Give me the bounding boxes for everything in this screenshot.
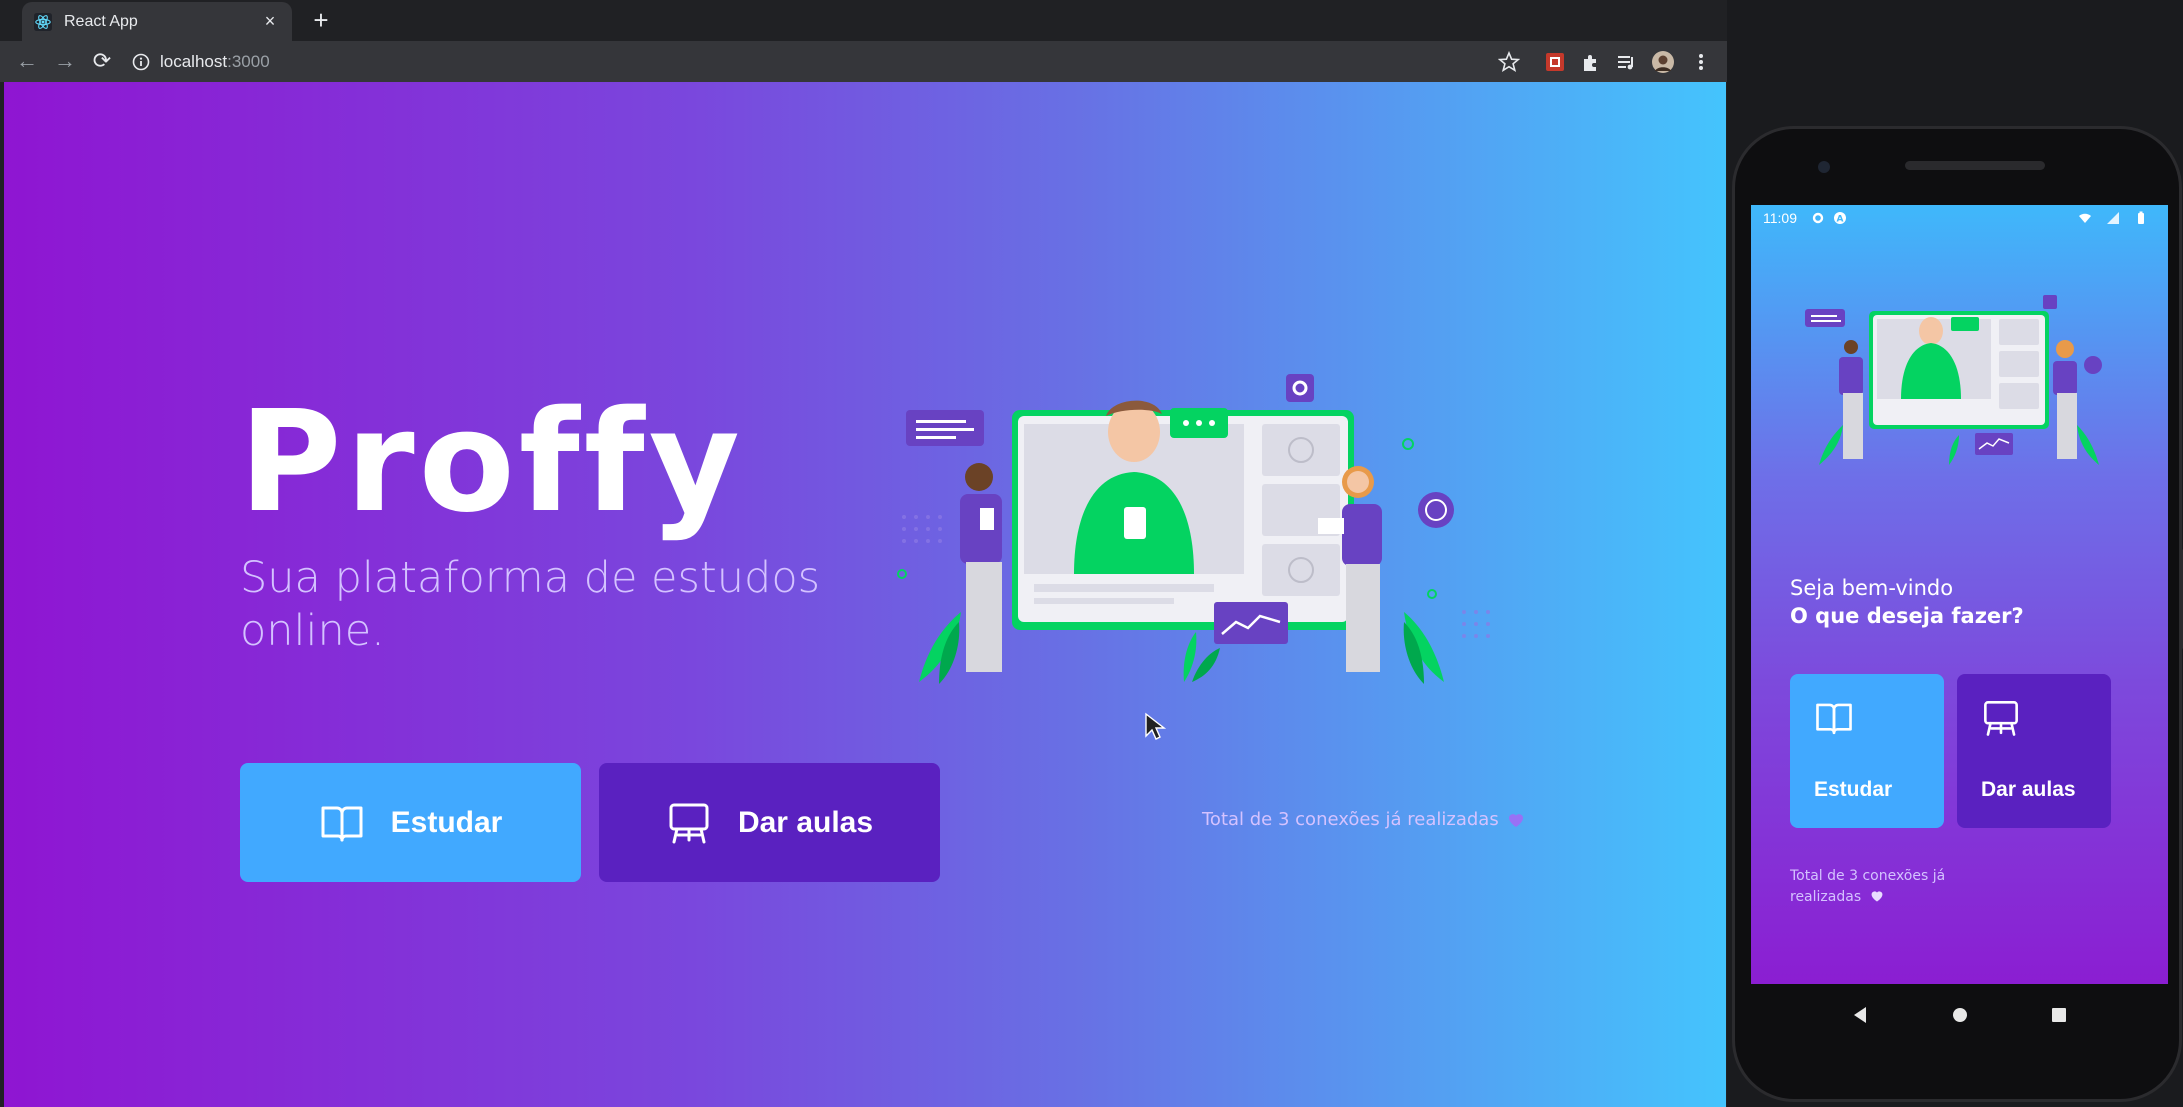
puzzle-icon[interactable] [1580,51,1602,73]
browser-window: React App × + ← → ⟳ localhost :3000 Prof… [0,0,1727,1107]
android-nav-bar [1751,984,2168,1046]
back-triangle-icon[interactable] [1848,1002,1874,1028]
info-icon [132,53,150,71]
reload-button[interactable]: ⟳ [89,49,115,75]
heart-icon [1508,813,1523,827]
extension-icon[interactable] [1544,51,1566,73]
react-favicon-icon [34,12,52,31]
mobile-total-connections-text: Total de 3 conexões já realizadas [1790,868,1946,905]
home-circle-icon[interactable] [1947,1002,1973,1028]
welcome-text: Seja bem-vindo O que deseja fazer? [1790,574,2024,630]
svg-text:A: A [1837,215,1844,225]
recents-square-icon[interactable] [2046,1002,2072,1028]
presentation-icon [669,803,709,843]
mobile-hero-illustration [1805,295,2102,465]
welcome-greeting: Seja bem-vindo [1790,576,1954,600]
mobile-total-connections: Total de 3 conexões já realizadas [1790,866,1990,908]
battery-icon [2138,211,2144,224]
wifi-icon [2079,213,2091,223]
avatar[interactable] [1652,51,1674,73]
study-button[interactable]: Estudar [240,763,581,882]
phone-emulator: 11:09 A Seja bem-vindo O que deseja faze… [1732,126,2183,1102]
back-button[interactable]: ← [14,49,40,75]
study-button-label: Estudar [390,805,503,839]
total-connections-text: Total de 3 conexões já realizadas [1202,809,1499,830]
mobile-give-classes-button[interactable]: Dar aulas [1957,674,2111,828]
landing-page: Proffy Sua plataforma de estudos online. [4,82,1726,1107]
book-icon [1816,703,1852,735]
heart-icon [1871,891,1883,902]
status-time: 11:09 [1763,210,1797,226]
welcome-question: O que deseja fazer? [1790,604,2024,628]
phone-camera [1818,161,1830,173]
url-host: localhost [160,52,228,71]
tab-title: React App [64,12,138,30]
mobile-study-button[interactable]: Estudar [1790,674,1944,828]
new-tab-button[interactable]: + [306,6,336,36]
hero-illustration [897,374,1490,684]
page-subtitle: Sua plataforma de estudos online. [240,553,821,656]
browser-tab[interactable]: React App × [22,2,292,41]
tab-strip: React App × + [0,0,1727,41]
signal-icon [2107,212,2119,224]
status-icons [2078,211,2156,225]
mouse-cursor-icon [1145,712,1166,740]
menu-dots-icon[interactable] [1690,51,1712,73]
url-port: :3000 [227,52,270,71]
proffy-logo: Proffy [239,392,739,542]
give-classes-button[interactable]: Dar aulas [599,763,940,882]
forward-button[interactable]: → [52,49,78,75]
tab-close-button[interactable]: × [260,11,280,32]
notification-a-icon: A [1834,212,1846,225]
mobile-study-label: Estudar [1814,778,1893,801]
svg-text:Proffy: Proffy [239,392,739,542]
bookmark-star-icon[interactable] [1498,51,1520,73]
phone-screen: 11:09 A Seja bem-vindo O que deseja faze… [1751,205,2168,984]
give-classes-button-label: Dar aulas [737,805,874,839]
book-icon [321,806,363,841]
browser-toolbar: ← → ⟳ localhost :3000 [0,41,1727,82]
total-connections: Total de 3 conexões já realizadas [1202,809,1525,830]
settings-gear-icon [1812,212,1824,224]
address-bar[interactable]: localhost :3000 [132,47,1512,77]
phone-speaker [1905,161,2045,170]
status-bar: 11:09 A [1751,205,2168,231]
presentation-icon [1984,701,2018,736]
playlist-icon[interactable] [1615,51,1637,73]
mobile-give-classes-label: Dar aulas [1981,778,2076,801]
